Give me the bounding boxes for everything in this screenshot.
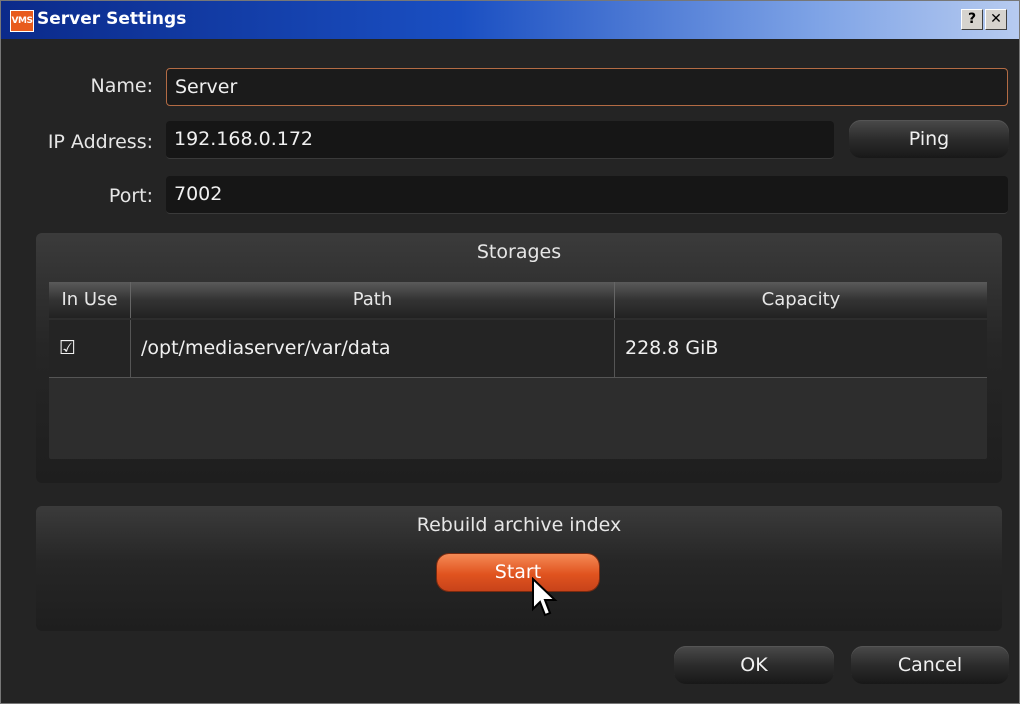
column-header-path[interactable]: Path xyxy=(131,282,615,318)
ping-button[interactable]: Ping xyxy=(849,120,1009,158)
storage-path-cell: /opt/mediaserver/var/data xyxy=(131,320,615,377)
ip-address-label: IP Address: xyxy=(47,131,153,153)
ip-address-input[interactable]: 192.168.0.172 xyxy=(166,121,834,159)
close-icon[interactable]: ✕ xyxy=(985,9,1007,30)
cancel-button[interactable]: Cancel xyxy=(851,646,1009,684)
server-settings-dialog: VMS Server Settings ? ✕ Name: Server IP … xyxy=(0,0,1020,704)
table-row[interactable]: ☑ /opt/mediaserver/var/data 228.8 GiB xyxy=(49,320,987,378)
name-input[interactable]: Server xyxy=(166,68,1008,106)
column-header-capacity[interactable]: Capacity xyxy=(615,282,987,318)
storages-title: Storages xyxy=(476,241,562,263)
port-label: Port: xyxy=(108,185,153,207)
in-use-checkbox[interactable]: ☑ xyxy=(49,320,131,377)
column-header-in-use[interactable]: In Use xyxy=(49,282,131,318)
storage-capacity-cell: 228.8 GiB xyxy=(625,337,719,359)
help-button[interactable]: ? xyxy=(961,9,983,30)
mouse-cursor-icon xyxy=(532,577,558,617)
vms-app-icon: VMS xyxy=(10,10,34,32)
name-label: Name: xyxy=(90,75,153,97)
title-bar[interactable]: VMS Server Settings ? ✕ xyxy=(1,1,1019,39)
port-input[interactable]: 7002 xyxy=(166,176,1008,214)
window-title: Server Settings xyxy=(37,9,187,29)
storages-table: In Use Path Capacity ☑ /opt/mediaserver/… xyxy=(49,282,987,459)
rebuild-archive-title: Rebuild archive index xyxy=(416,514,622,536)
start-rebuild-button[interactable]: Start xyxy=(437,554,599,591)
ok-button[interactable]: OK xyxy=(674,646,834,684)
